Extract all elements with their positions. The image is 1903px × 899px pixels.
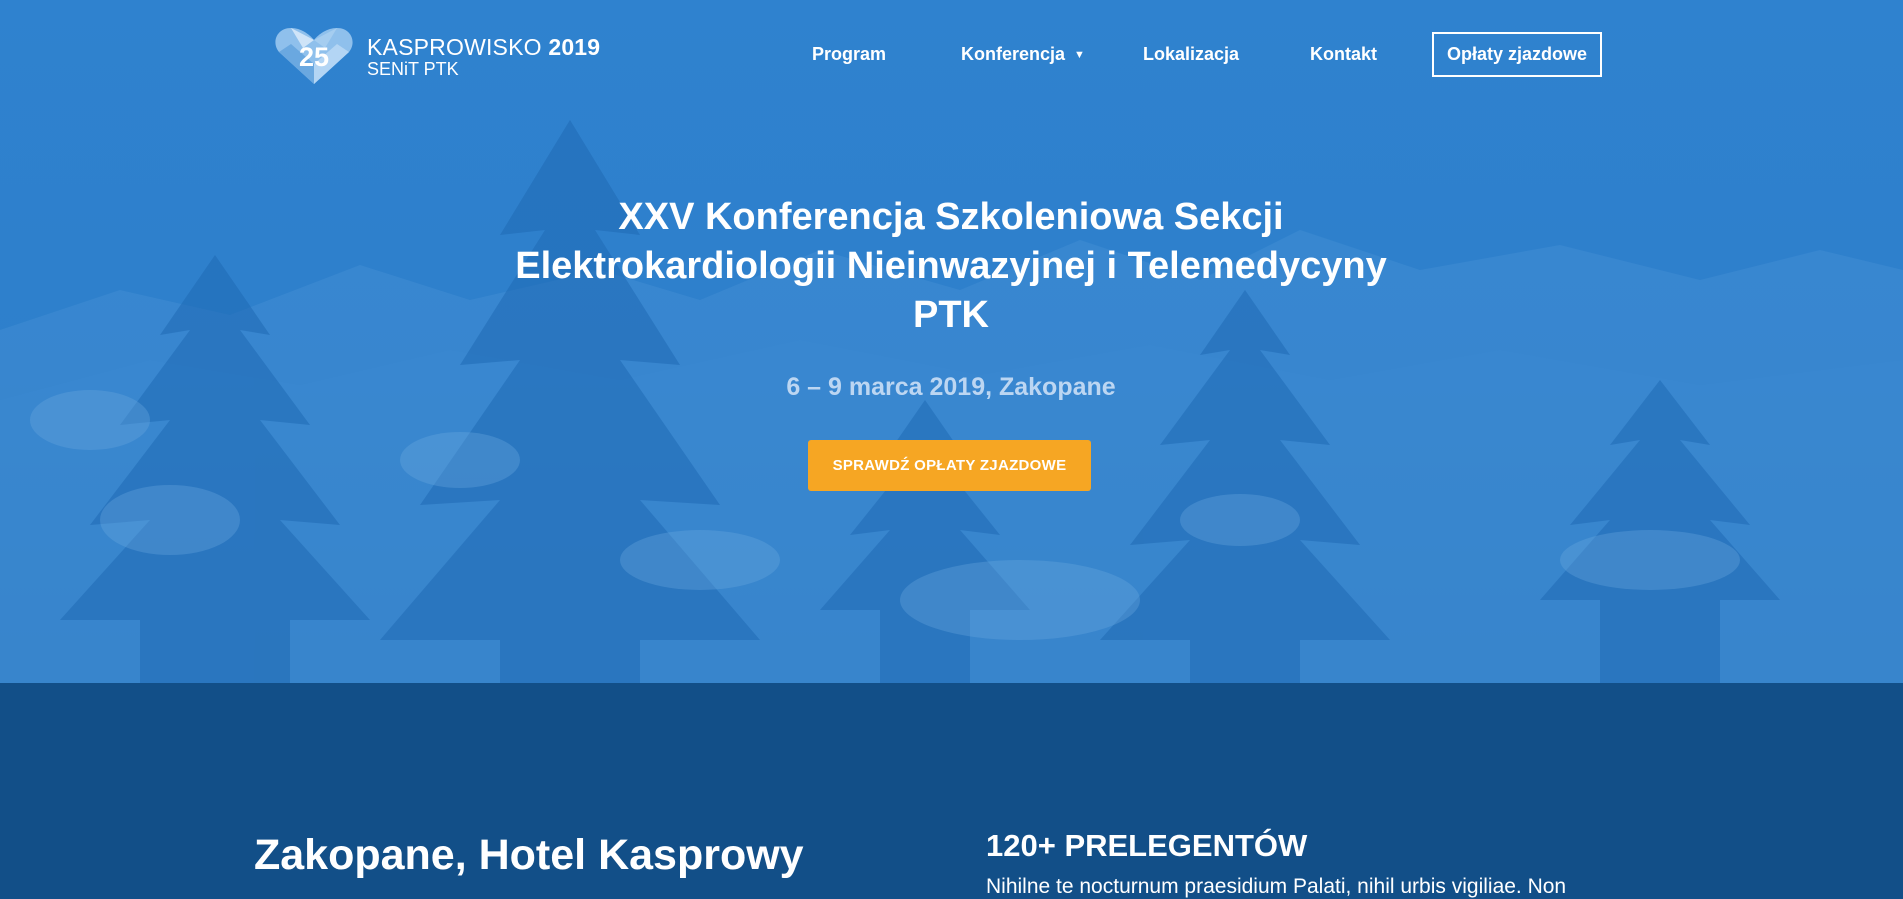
nav-item-lokalizacja[interactable]: Lokalizacja — [1143, 44, 1239, 65]
logo-subtitle: SENiT PTK — [367, 59, 459, 79]
hero-title: XXV Konferencja Szkoleniowa Sekcji Elekt… — [451, 193, 1451, 340]
nav-item-label: Program — [812, 44, 887, 64]
svg-text:25: 25 — [299, 42, 329, 72]
logo-title: KASPROWISKO 2019 — [367, 34, 601, 60]
hero-title-line: PTK — [913, 294, 989, 336]
nav-item-kontakt[interactable]: Kontakt — [1310, 44, 1377, 65]
nav-item-label: Lokalizacja — [1143, 44, 1240, 64]
info-section: Zakopane, Hotel Kasprowy 120+ PRELEGENTÓ… — [0, 683, 1903, 898]
fees-nav-button[interactable]: Opłaty zjazdowe — [1432, 32, 1602, 77]
hero-title-line: XXV Konferencja Szkoleniowa Sekcji — [618, 196, 1284, 238]
speakers-description: Nihilne te nocturnum praesidium Palati, … — [986, 875, 1567, 898]
hero-section: 25 KASPROWISKO 2019 SENiT PTK Program Ko… — [0, 0, 1903, 683]
hero-date: 6 – 9 marca 2019, Zakopane — [786, 373, 1116, 401]
site-logo[interactable]: 25 KASPROWISKO 2019 SENiT PTK — [273, 24, 600, 88]
top-navbar: 25 KASPROWISKO 2019 SENiT PTK Program Ko… — [0, 0, 1903, 112]
heart-25-logo-icon: 25 — [275, 28, 353, 84]
caret-down-icon: ▼ — [1074, 49, 1085, 61]
nav-item-konferencja[interactable]: Konferencja ▼ — [961, 44, 1085, 65]
speakers-heading: 120+ PRELEGENTÓW — [986, 828, 1308, 863]
hero-title-line: Elektrokardiologii Nieinwazyjnej i Telem… — [515, 245, 1387, 287]
nav-item-program[interactable]: Program — [812, 44, 886, 65]
nav-item-label: Kontakt — [1310, 44, 1377, 64]
venue-heading: Zakopane, Hotel Kasprowy — [254, 831, 804, 879]
check-fees-button[interactable]: SPRAWDŹ OPŁATY ZJAZDOWE — [808, 440, 1091, 491]
nav-item-label: Konferencja — [961, 44, 1066, 64]
